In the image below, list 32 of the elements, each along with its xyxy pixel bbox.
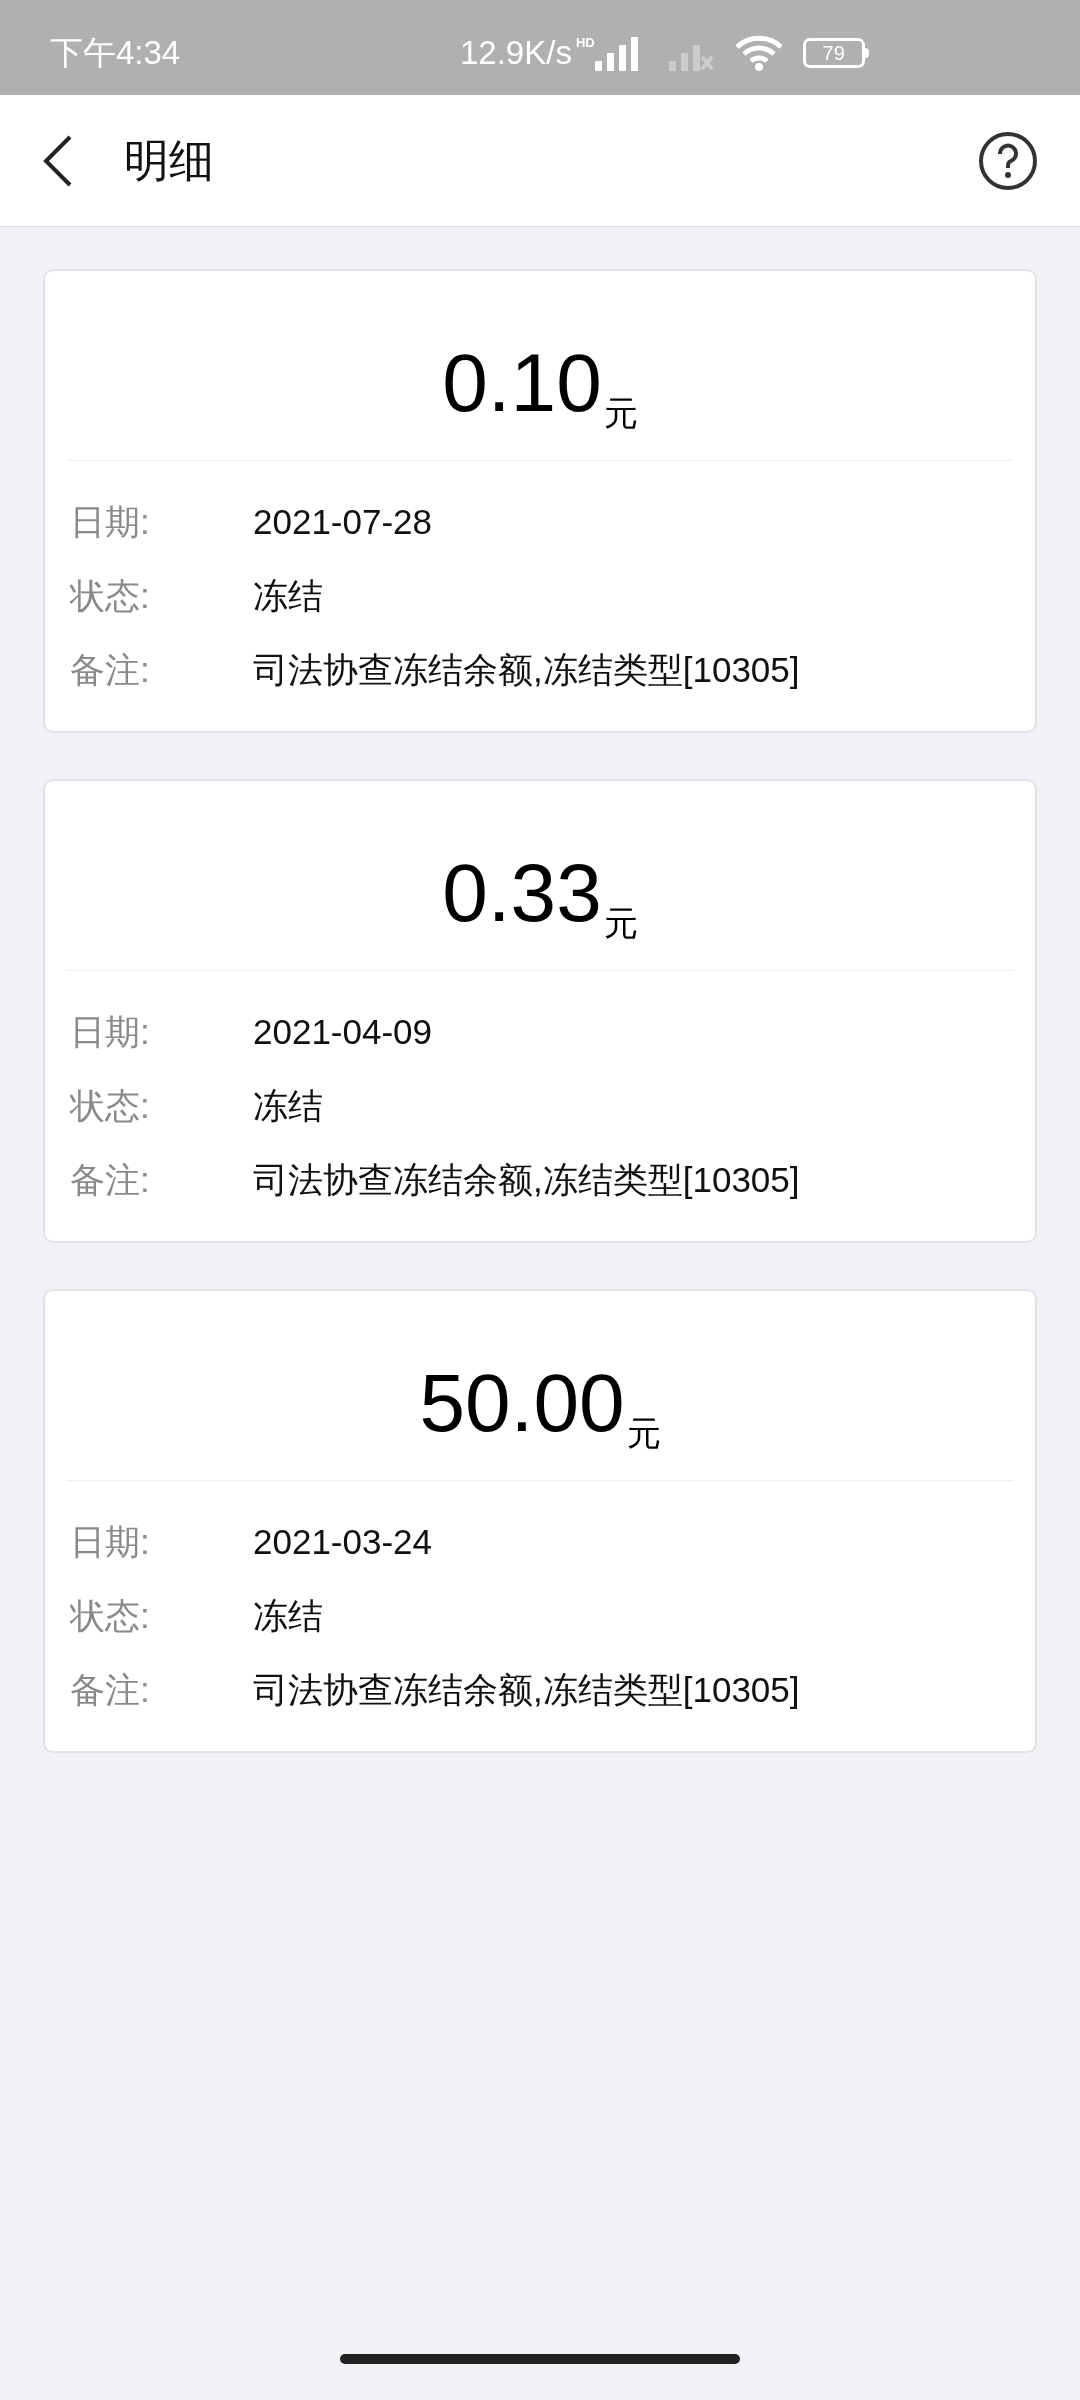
field-label: 状态: — [68, 1594, 151, 1637]
field-value: 冻结 — [253, 1594, 323, 1637]
help-button[interactable] — [978, 130, 1038, 191]
field-label: 状态: — [68, 1084, 151, 1127]
status-time: 下午4:34 — [50, 32, 182, 73]
help-icon — [978, 130, 1038, 191]
amount-value: 0.33 — [442, 852, 602, 934]
field-value: 2021-04-09 — [253, 1010, 433, 1053]
amount-value: 0.10 — [442, 342, 602, 424]
field-value: 司法协查冻结余额,冻结类型[10305] — [253, 1158, 800, 1201]
network-speed: 12.9K/s — [460, 32, 572, 73]
field-label: 日期: — [69, 500, 151, 543]
network-type: HD — [575, 35, 595, 49]
amount-unit: 元 — [603, 906, 638, 940]
field-label: 日期: — [69, 1010, 151, 1053]
field-label: 备注: — [69, 648, 151, 691]
field-label: 备注: — [69, 1668, 151, 1711]
field-value: 司法协查冻结余额,冻结类型[10305] — [253, 1668, 800, 1711]
wifi-icon — [734, 34, 783, 71]
field-value: 2021-03-24 — [253, 1520, 433, 1563]
field-value: 2021-07-28 — [253, 500, 433, 543]
amount-value: 50.00 — [419, 1362, 625, 1444]
amount-unit: 元 — [603, 396, 638, 430]
field-value: 冻结 — [253, 1084, 323, 1127]
field-label: 状态: — [68, 574, 151, 617]
page-title: 明细 — [124, 133, 215, 188]
field-value: 司法协查冻结余额,冻结类型[10305] — [253, 648, 800, 691]
field-label: 日期: — [69, 1520, 151, 1563]
amount-unit: 元 — [626, 1416, 661, 1450]
field-label: 备注: — [69, 1158, 151, 1201]
field-value: 冻结 — [253, 574, 323, 617]
signal-icon — [594, 34, 641, 71]
